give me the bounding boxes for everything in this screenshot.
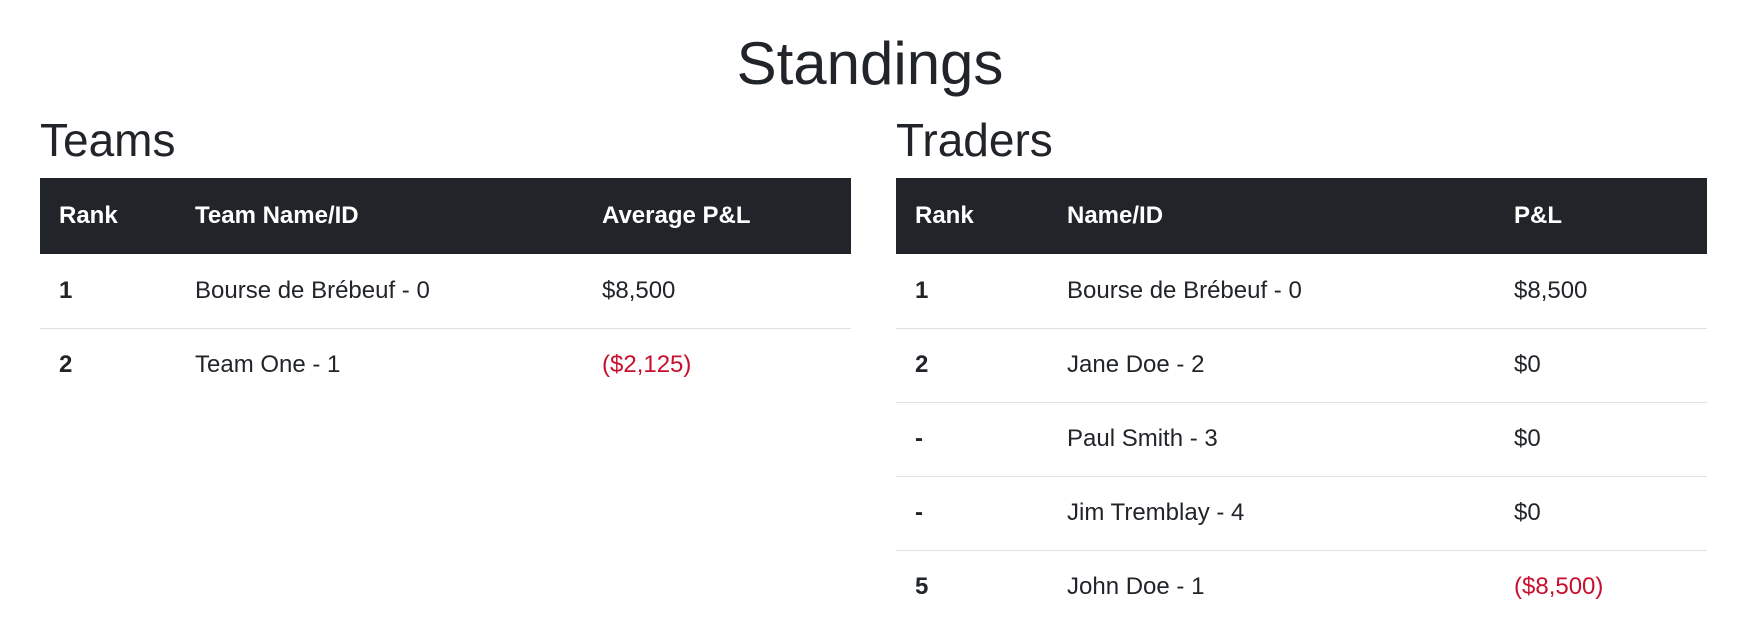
teams-title: Teams <box>40 114 176 166</box>
teams-col-rank[interactable]: Rank <box>40 178 176 254</box>
pnl-cell: $0 <box>1495 476 1707 551</box>
name-cell: Paul Smith - 3 <box>1048 402 1495 477</box>
traders-panel: Traders Rank Name/ID P&L 1 Bourse de Bréb… <box>896 112 1707 624</box>
traders-header-row: Rank Name/ID P&L <box>896 178 1707 254</box>
table-row: - Paul Smith - 3 $0 <box>896 402 1707 477</box>
table-row: - Jim Tremblay - 4 $0 <box>896 476 1707 551</box>
pnl-cell: $0 <box>1495 328 1707 403</box>
name-cell: Team One - 1 <box>195 351 341 379</box>
name-cell: Jane Doe - 2 <box>1048 328 1495 403</box>
rank-cell: 1 <box>40 254 176 329</box>
teams-col-name[interactable]: Team Name/ID <box>176 178 583 254</box>
teams-header-row: Rank Team Name/ID Average P&L <box>40 178 851 254</box>
pnl-cell: ($2,125) <box>602 351 692 379</box>
traders-col-name[interactable]: Name/ID <box>1048 178 1495 254</box>
name-cell: Bourse de Brébeuf - 0 <box>1048 254 1495 329</box>
teams-table: Rank Team Name/ID Average P&L 1 Bourse de… <box>40 178 851 402</box>
teams-col-pnl[interactable]: Average P&L <box>583 178 851 254</box>
traders-title: Traders <box>896 114 1053 166</box>
traders-col-rank[interactable]: Rank <box>896 178 1048 254</box>
name-cell: Jim Tremblay - 4 <box>1048 476 1495 551</box>
rank-cell: - <box>896 476 1048 551</box>
name-cell: Bourse de Brébeuf - 0 <box>176 254 583 329</box>
pnl-cell: $8,500 <box>583 254 851 329</box>
page-title: Standings <box>736 30 1004 97</box>
rank-cell: - <box>896 402 1048 477</box>
table-row: 1 Bourse de Brébeuf - 0 $8,500 <box>40 254 851 329</box>
traders-col-pnl[interactable]: P&L <box>1495 178 1707 254</box>
table-row: 2 Team One - 1 ($2,125) <box>40 328 851 402</box>
teams-panel: Teams Rank Team Name/ID Average P&L 1 Bou… <box>40 112 851 402</box>
traders-table: Rank Name/ID P&L 1 Bourse de Brébeuf - 0 $… <box>896 178 1707 624</box>
table-row: 2 Jane Doe - 2 $0 <box>896 328 1707 403</box>
table-row: 1 Bourse de Brébeuf - 0 $8,500 <box>896 254 1707 329</box>
pnl-cell: $0 <box>1495 402 1707 477</box>
rank-cell: 1 <box>896 254 1048 329</box>
rank-cell: 2 <box>896 328 1048 403</box>
rank-cell: 2 <box>59 351 73 379</box>
pnl-cell: $8,500 <box>1495 254 1707 329</box>
